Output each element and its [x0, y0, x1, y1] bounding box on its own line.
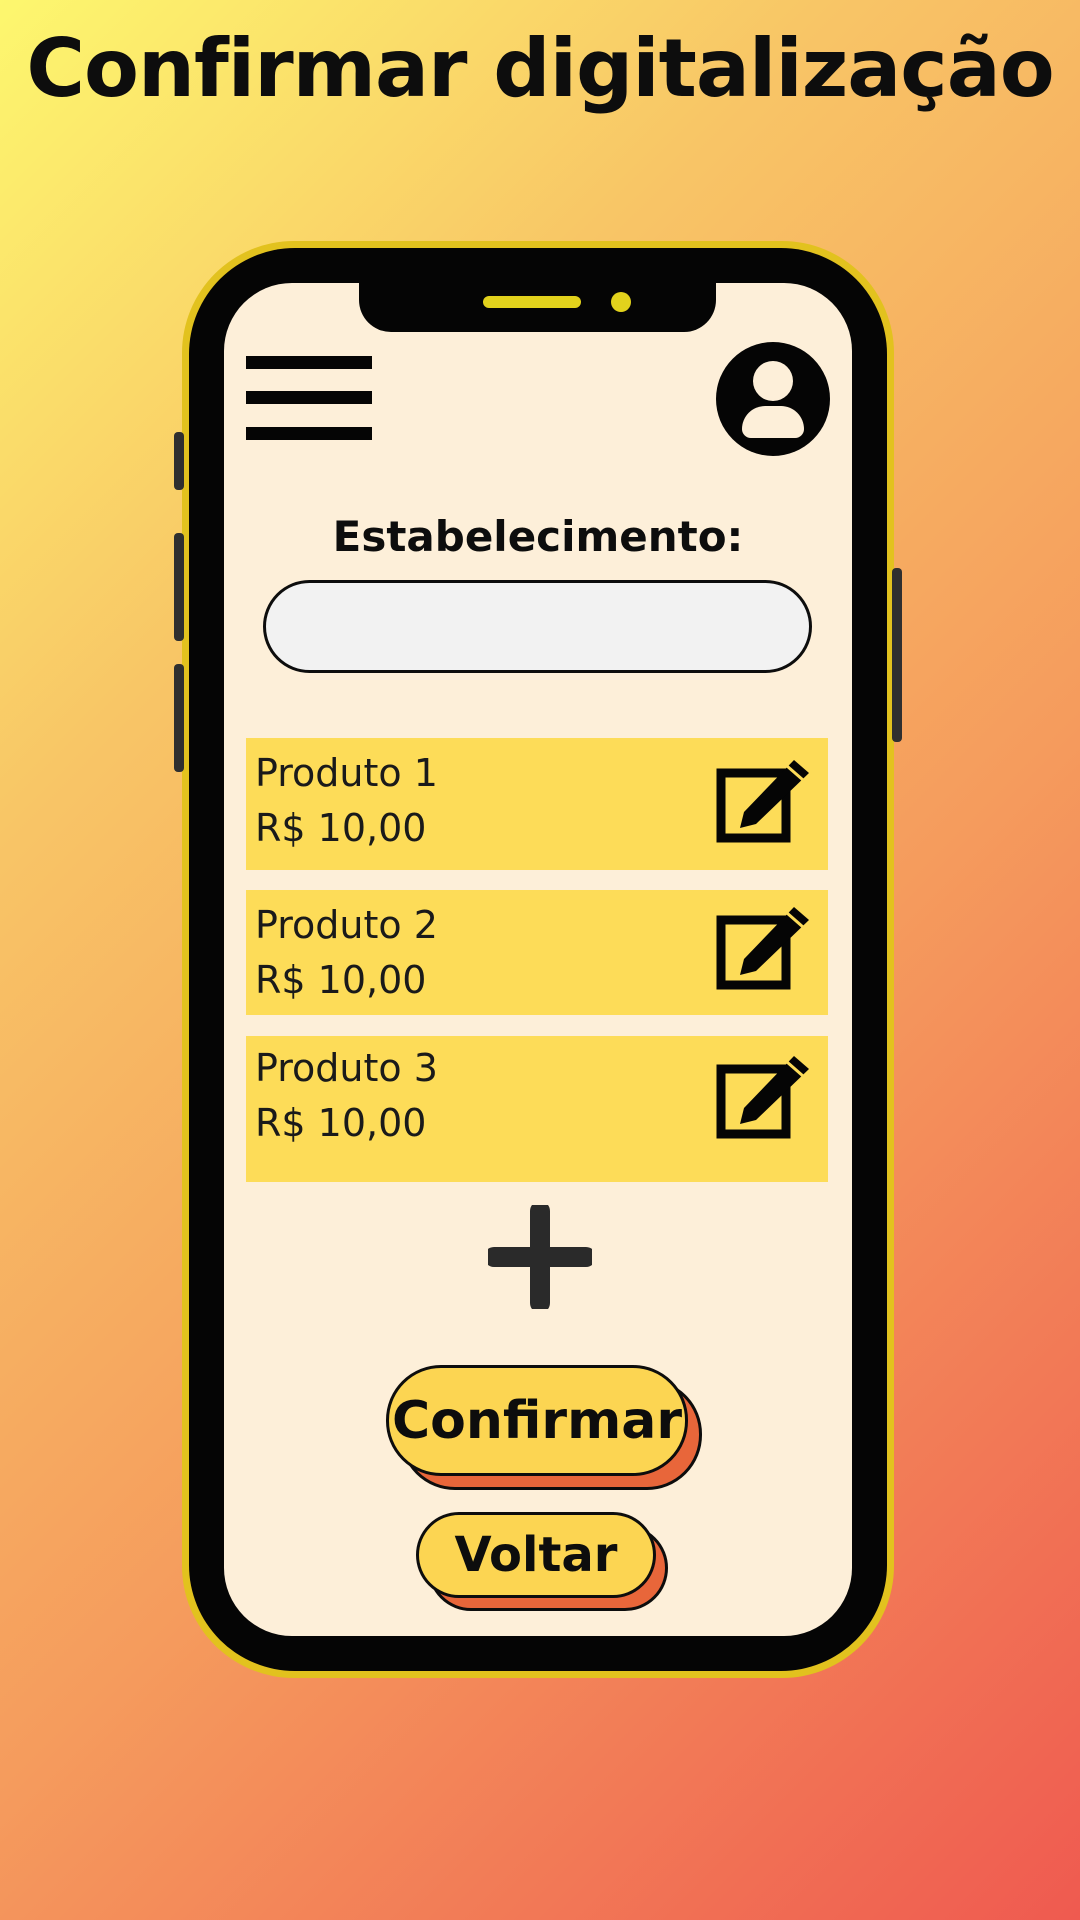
- product-price: R$ 10,00: [255, 958, 427, 1002]
- product-item: Produto 3 R$ 10,00: [246, 1036, 828, 1182]
- page-title: Confirmar digitalização: [26, 22, 1054, 115]
- product-item: Produto 1 R$ 10,00: [246, 738, 828, 870]
- edit-icon[interactable]: [716, 754, 814, 850]
- establishment-label: Estabelecimento:: [332, 512, 744, 561]
- phone-volume-down: [174, 664, 184, 772]
- confirm-button[interactable]: Confirmar: [386, 1365, 688, 1476]
- phone-volume-up: [174, 533, 184, 641]
- product-name: Produto 2: [255, 903, 438, 947]
- product-price: R$ 10,00: [255, 1101, 427, 1145]
- user-avatar-icon[interactable]: [716, 342, 830, 456]
- product-name: Produto 1: [255, 751, 438, 795]
- phone-silent-switch: [174, 432, 184, 490]
- product-item: Produto 2 R$ 10,00: [246, 890, 828, 1015]
- edit-icon[interactable]: [716, 1050, 814, 1146]
- edit-icon[interactable]: [716, 901, 814, 997]
- phone-power-button: [892, 568, 902, 742]
- phone-speaker: [483, 296, 581, 308]
- phone-camera: [611, 292, 631, 312]
- establishment-input[interactable]: [263, 580, 812, 673]
- product-name: Produto 3: [255, 1046, 438, 1090]
- plus-icon[interactable]: [488, 1205, 592, 1309]
- hamburger-menu-icon[interactable]: [246, 356, 372, 440]
- product-price: R$ 10,00: [255, 806, 427, 850]
- back-button[interactable]: Voltar: [416, 1512, 656, 1598]
